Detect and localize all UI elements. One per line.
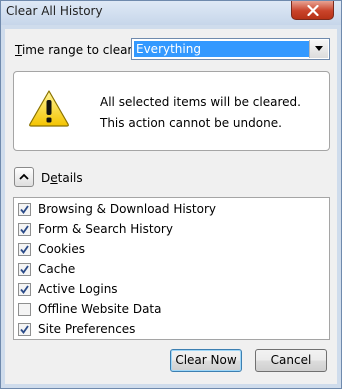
checkbox[interactable] xyxy=(18,263,31,276)
checkbox[interactable] xyxy=(18,303,31,316)
checkbox[interactable] xyxy=(18,223,31,236)
chevron-down-icon xyxy=(315,46,323,51)
checkmark-icon xyxy=(20,325,29,334)
list-item-label: Cookies xyxy=(38,242,85,256)
list-item-label: Active Logins xyxy=(38,282,118,296)
list-item[interactable]: Browsing & Download History xyxy=(14,199,329,219)
checkmark-icon xyxy=(20,245,29,254)
list-item-label: Cache xyxy=(38,262,76,276)
warning-panel: All selected items will be cleared. This… xyxy=(13,71,330,151)
dialog-body: Time range to clear: Everything All sele… xyxy=(5,29,337,384)
dropdown-button[interactable] xyxy=(309,40,328,58)
warning-icon xyxy=(29,90,69,127)
title-bar[interactable]: Clear All History xyxy=(1,1,341,25)
clear-history-dialog: Clear All History Time range to clear: E… xyxy=(0,0,342,389)
list-item[interactable]: Active Logins xyxy=(14,279,329,299)
checkbox[interactable] xyxy=(18,203,31,216)
checkbox[interactable] xyxy=(18,283,31,296)
list-item[interactable]: Cache xyxy=(14,259,329,279)
list-item-label: Offline Website Data xyxy=(38,302,162,316)
warning-message-detail: This action cannot be undone. xyxy=(100,116,282,130)
list-item-label: Browsing & Download History xyxy=(38,202,217,216)
list-item[interactable]: Site Preferences xyxy=(14,319,329,339)
close-icon xyxy=(307,5,319,16)
cancel-button[interactable]: Cancel xyxy=(255,349,327,372)
time-range-value: Everything xyxy=(134,41,309,57)
warning-message: All selected items will be cleared. xyxy=(100,95,301,109)
details-toggle-button[interactable] xyxy=(14,167,34,187)
time-range-label: Time range to clear: xyxy=(15,43,137,57)
chevron-up-icon xyxy=(19,173,29,180)
close-button[interactable] xyxy=(291,1,334,20)
checkmark-icon xyxy=(20,205,29,214)
checkbox[interactable] xyxy=(18,323,31,336)
list-item[interactable]: Cookies xyxy=(14,239,329,259)
list-item[interactable]: Offline Website Data xyxy=(14,299,329,319)
checkmark-icon xyxy=(20,285,29,294)
history-items-list: Browsing & Download History Form & Searc… xyxy=(13,197,330,340)
clear-now-button[interactable]: Clear Now xyxy=(170,349,242,372)
list-item[interactable]: Form & Search History xyxy=(14,219,329,239)
time-range-select[interactable]: Everything xyxy=(131,38,330,60)
details-label: Details xyxy=(41,171,83,185)
checkmark-icon xyxy=(20,225,29,234)
checkbox[interactable] xyxy=(18,243,31,256)
window-title: Clear All History xyxy=(6,4,103,18)
list-item-label: Site Preferences xyxy=(38,322,136,336)
checkmark-icon xyxy=(20,265,29,274)
list-item-label: Form & Search History xyxy=(38,222,173,236)
